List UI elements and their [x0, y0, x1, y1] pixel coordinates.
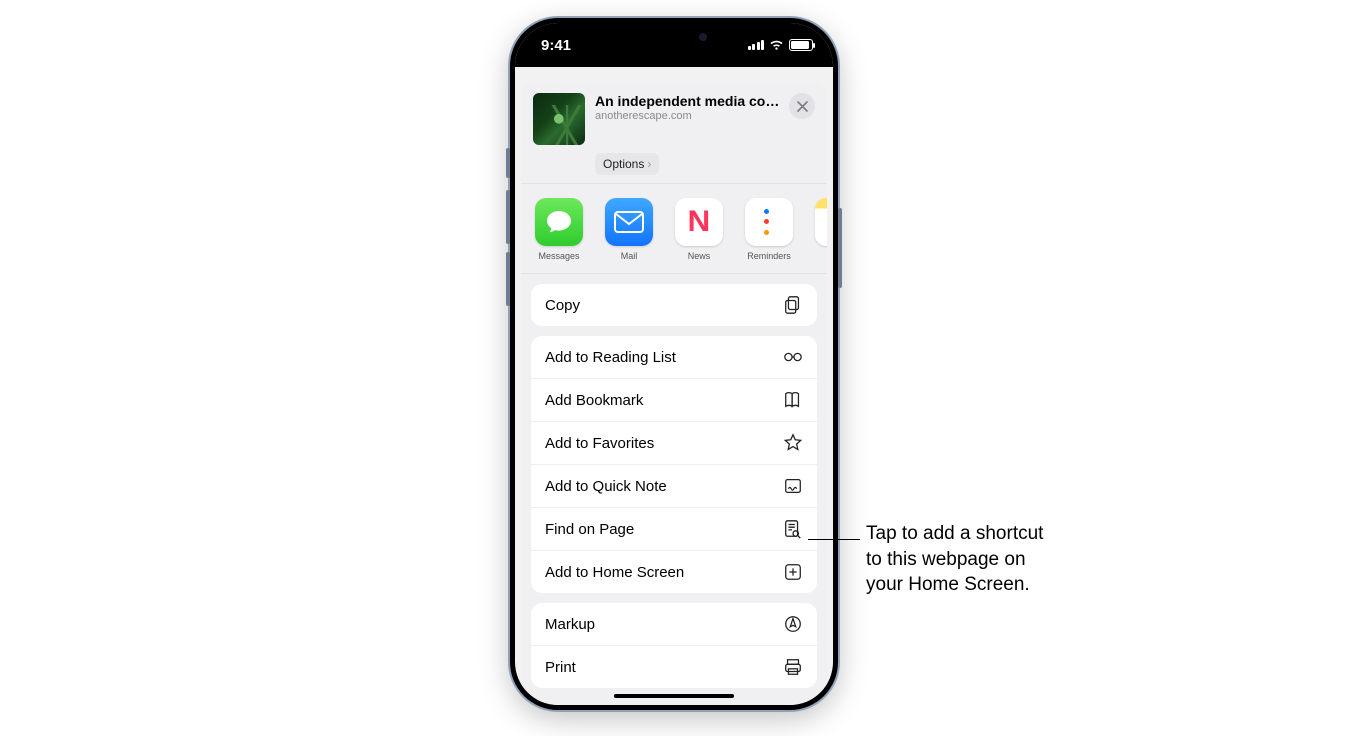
action-label: Markup [545, 616, 595, 633]
power-button [838, 208, 842, 288]
edit-actions-link[interactable]: Edit Actions… [531, 698, 817, 705]
close-button[interactable] [789, 93, 815, 119]
actions-list[interactable]: Copy Add to Reading List Add Bookmark Ad [521, 274, 827, 705]
iphone-frame: 9:41 An independent media comp… anothere… [510, 18, 838, 710]
action-label: Copy [545, 297, 580, 314]
action-group-2: Add to Reading List Add Bookmark Add to … [531, 336, 817, 593]
options-button[interactable]: Options › [595, 153, 659, 175]
copy-icon [783, 295, 803, 315]
app-reminders[interactable]: Reminders [745, 198, 793, 261]
action-reading-list[interactable]: Add to Reading List [531, 336, 817, 378]
notch [599, 23, 749, 49]
page-thumbnail [533, 93, 585, 145]
share-sheet: An independent media comp… anotherescape… [521, 83, 827, 705]
action-copy[interactable]: Copy [531, 284, 817, 326]
action-label: Add to Reading List [545, 349, 676, 366]
action-label: Find on Page [545, 521, 634, 538]
battery-icon [789, 39, 813, 51]
volume-down [506, 252, 510, 306]
app-label: News [688, 251, 711, 261]
messages-icon [535, 198, 583, 246]
app-label: Mail [621, 251, 638, 261]
callout-text: Tap to add a shortcut to this webpage on… [866, 521, 1043, 598]
action-print[interactable]: Print [531, 645, 817, 688]
glasses-icon [783, 347, 803, 367]
app-label: Messages [538, 251, 579, 261]
action-group-3: Markup Print [531, 603, 817, 688]
callout-leader-line [808, 539, 860, 540]
app-mail[interactable]: Mail [605, 198, 653, 261]
action-bookmark[interactable]: Add Bookmark [531, 378, 817, 421]
plus-square-icon [783, 562, 803, 582]
share-subtitle: anotherescape.com [595, 110, 789, 122]
share-apps-row[interactable]: Messages Mail N News [521, 184, 827, 274]
action-label: Print [545, 659, 576, 676]
volume-up [506, 190, 510, 244]
app-label: Reminders [747, 251, 791, 261]
action-favorites[interactable]: Add to Favorites [531, 421, 817, 464]
app-notes[interactable]: N [815, 198, 827, 261]
share-header: An independent media comp… anotherescape… [521, 83, 827, 184]
printer-icon [783, 657, 803, 677]
screen: 9:41 An independent media comp… anothere… [515, 23, 833, 705]
reminders-icon [745, 198, 793, 246]
app-messages[interactable]: Messages [535, 198, 583, 261]
mute-switch [506, 148, 510, 178]
quicknote-icon [783, 476, 803, 496]
star-icon [783, 433, 803, 453]
mail-icon [605, 198, 653, 246]
markup-icon [783, 614, 803, 634]
action-home-screen[interactable]: Add to Home Screen [531, 550, 817, 593]
action-label: Add to Favorites [545, 435, 654, 452]
find-icon [783, 519, 803, 539]
app-news[interactable]: N News [675, 198, 723, 261]
action-label: Add to Quick Note [545, 478, 667, 495]
action-group-1: Copy [531, 284, 817, 326]
action-label: Add to Home Screen [545, 564, 684, 581]
book-icon [783, 390, 803, 410]
wifi-icon [769, 40, 784, 51]
share-title: An independent media comp… [595, 93, 789, 109]
action-find[interactable]: Find on Page [531, 507, 817, 550]
chevron-right-icon: › [647, 157, 651, 171]
news-icon: N [675, 198, 723, 246]
options-label: Options [603, 157, 644, 171]
notes-icon [815, 198, 827, 246]
signal-icon [748, 40, 765, 50]
home-indicator[interactable] [614, 694, 734, 698]
status-time: 9:41 [541, 37, 571, 54]
action-quick-note[interactable]: Add to Quick Note [531, 464, 817, 507]
action-markup[interactable]: Markup [531, 603, 817, 645]
action-label: Add Bookmark [545, 392, 643, 409]
